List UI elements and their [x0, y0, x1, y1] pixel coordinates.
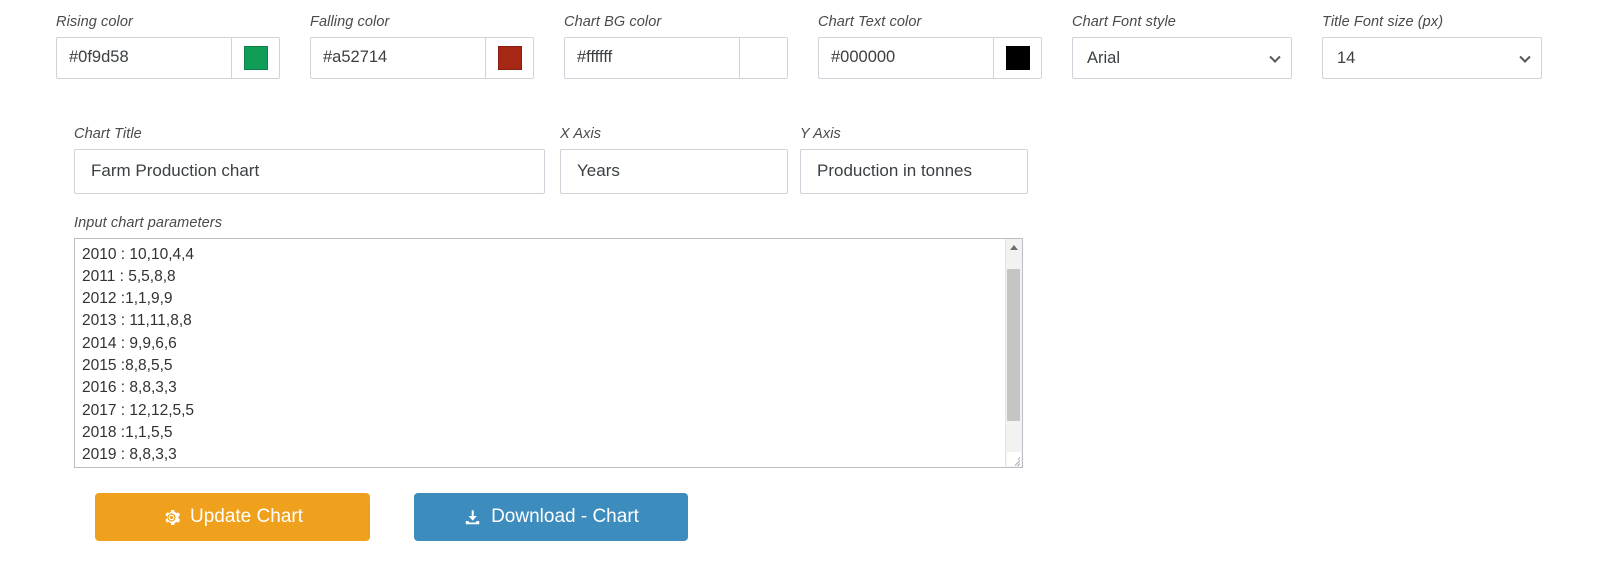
chart-title-group: Chart Title — [74, 127, 545, 194]
chart-parameters-field[interactable]: 2010 : 10,10,4,4 2011 : 5,5,8,8 2012 :1,… — [74, 237, 1023, 468]
rising-color-group: Rising color — [56, 15, 280, 79]
download-chart-button-label: Download - Chart — [491, 506, 639, 527]
chart-text-color-field[interactable] — [818, 36, 1042, 79]
x-axis-input[interactable] — [560, 148, 788, 194]
chart-parameters-label: Input chart parameters — [74, 215, 223, 231]
appearance-settings-row: Rising color Falling color Chart BG colo… — [56, 15, 1572, 79]
chart-font-style-field[interactable]: Arial — [1072, 36, 1292, 79]
scrollbar-thumb[interactable] — [1007, 268, 1020, 421]
title-font-size-label: Title Font size (px) — [1322, 14, 1444, 30]
rising-color-swatch-cell[interactable] — [231, 37, 279, 78]
chart-title-label: Chart Title — [74, 126, 142, 142]
falling-color-swatch-cell[interactable] — [485, 37, 533, 78]
falling-color-input[interactable] — [311, 37, 485, 78]
rising-color-field[interactable] — [56, 36, 280, 79]
falling-color-label: Falling color — [310, 14, 390, 30]
chart-parameters-group: Input chart parameters 2010 : 10,10,4,4 … — [74, 216, 1023, 468]
y-axis-label: Y Axis — [800, 126, 841, 142]
chart-font-style-select[interactable]: Arial — [1072, 36, 1292, 79]
chart-bg-color-label: Chart BG color — [564, 14, 662, 30]
rising-color-swatch[interactable] — [243, 45, 268, 70]
x-axis-label: X Axis — [560, 126, 602, 142]
chart-bg-color-input[interactable] — [565, 37, 739, 78]
falling-color-field[interactable] — [310, 36, 534, 79]
falling-color-swatch[interactable] — [497, 45, 522, 70]
chart-font-style-label: Chart Font style — [1072, 14, 1176, 30]
title-font-size-field[interactable]: 14 — [1322, 36, 1542, 79]
chart-font-style-group: Chart Font style Arial — [1072, 15, 1292, 79]
x-axis-group: X Axis — [560, 127, 788, 194]
gear-icon — [162, 508, 181, 527]
chart-text-color-swatch[interactable] — [1005, 45, 1030, 70]
chart-text-color-input[interactable] — [819, 37, 993, 78]
chart-bg-color-field[interactable] — [564, 36, 788, 79]
scroll-up-arrow-icon[interactable] — [1006, 238, 1022, 256]
chart-text-color-group: Chart Text color — [818, 15, 1042, 79]
update-chart-button[interactable]: Update Chart — [95, 493, 370, 541]
form-actions: Update Chart Download - Chart — [95, 493, 688, 541]
labels-settings-row: Chart Title X Axis Y Axis — [74, 127, 1040, 194]
rising-color-label: Rising color — [56, 14, 133, 30]
rising-color-input[interactable] — [57, 37, 231, 78]
chart-text-color-label: Chart Text color — [818, 14, 922, 30]
chart-settings-form: Rising color Falling color Chart BG colo… — [0, 0, 1600, 563]
chart-title-input[interactable] — [74, 148, 545, 194]
title-font-size-select[interactable]: 14 — [1322, 36, 1542, 79]
chart-bg-color-group: Chart BG color — [564, 15, 788, 79]
chart-text-color-swatch-cell[interactable] — [993, 37, 1041, 78]
chart-parameters-textarea[interactable]: 2010 : 10,10,4,4 2011 : 5,5,8,8 2012 :1,… — [75, 238, 1006, 467]
y-axis-group: Y Axis — [800, 127, 1028, 194]
chart-bg-color-swatch[interactable] — [751, 45, 776, 70]
update-chart-button-label: Update Chart — [189, 506, 303, 527]
download-icon — [463, 508, 482, 527]
title-font-size-group: Title Font size (px) 14 — [1322, 15, 1542, 79]
falling-color-group: Falling color — [310, 15, 534, 79]
textarea-scrollbar[interactable] — [1005, 238, 1022, 467]
textarea-resize-handle[interactable] — [1007, 451, 1021, 466]
download-chart-button[interactable]: Download - Chart — [414, 493, 688, 541]
chart-bg-color-swatch-cell[interactable] — [739, 37, 787, 78]
y-axis-input[interactable] — [800, 148, 1028, 194]
